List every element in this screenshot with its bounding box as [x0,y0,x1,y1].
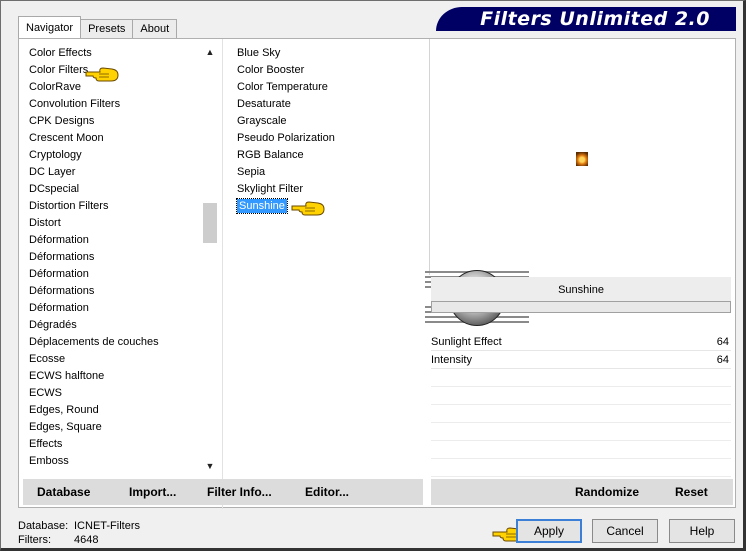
editor-button[interactable]: Editor... [305,479,349,505]
filter-item-label: Color Booster [237,64,305,76]
preview-area [429,39,735,275]
help-button[interactable]: Help [669,519,735,543]
filter-list[interactable]: Blue Sky Color Booster Color Temperature De… [236,45,437,215]
filter-item-label: Blue Sky [237,47,281,59]
filter-info-button[interactable]: Filter Info... [207,479,272,505]
right-button-bar: Randomize Reset [431,479,733,505]
category-item[interactable]: Edges, Square [29,419,209,436]
filters-count: 4648 [74,534,99,546]
category-item[interactable]: Déplacements de couches [29,334,209,351]
filter-item[interactable]: Color Temperature [237,79,437,96]
param-value: 64 [716,354,729,366]
scroll-down-icon[interactable]: ▼ [202,459,218,473]
filter-item-label: RGB Balance [237,149,304,161]
param-value: 64 [716,336,729,348]
filter-item-label: Sepia [237,166,266,178]
tab-presets[interactable]: Presets [80,19,134,38]
param-label: Sunlight Effect [431,336,502,348]
category-item[interactable]: Color Filters [29,62,209,79]
database-button[interactable]: Database [37,479,90,505]
filter-item[interactable]: Pseudo Polarization [237,130,437,147]
category-item[interactable]: Emboss [29,453,209,470]
tab-strip: Navigator Presets About [18,16,178,38]
category-item[interactable]: Déformations [29,283,209,300]
database-value: ICNET-Filters [74,520,140,532]
category-item[interactable]: Color Effects [29,45,209,62]
category-item[interactable]: Crescent Moon [29,130,209,147]
category-item[interactable]: Dégradés [29,317,209,334]
current-filter-name: Sunshine [431,277,731,303]
reset-button[interactable]: Reset [675,479,708,505]
filter-item[interactable]: Sepia [237,164,437,181]
parameter-slider[interactable] [431,301,731,313]
category-item[interactable]: CPK Designs [29,113,209,130]
category-item[interactable]: DC Layer [29,164,209,181]
param-label: Intensity [431,354,472,366]
filter-item[interactable]: Color Booster [237,62,437,79]
category-item[interactable]: DCspecial [29,181,209,198]
parameter-list: Sunlight Effect 64 Intensity 64 [431,333,731,477]
category-item[interactable]: Déformations [29,249,209,266]
filter-item-label: Grayscale [237,115,287,127]
category-item[interactable]: Ecosse [29,351,209,368]
param-row-sunlight-effect[interactable]: Sunlight Effect 64 [431,333,731,351]
filters-label: Filters: [18,534,51,546]
category-item[interactable]: Distortion Filters [29,198,209,215]
category-item[interactable]: ECWS [29,385,209,402]
apply-button[interactable]: Apply [516,519,582,543]
category-item[interactable]: Effects [29,436,209,453]
category-list[interactable]: Color Effects Color Filters ColorRave Convo… [29,45,209,473]
param-row-intensity[interactable]: Intensity 64 [431,351,731,369]
category-item[interactable]: Distort [29,215,209,232]
filter-item[interactable]: Sunshine [236,198,437,215]
category-item[interactable]: Edges, Round [29,402,209,419]
cancel-button[interactable]: Cancel [592,519,658,543]
scroll-up-icon[interactable]: ▲ [202,45,218,59]
tab-about[interactable]: About [132,19,178,38]
filter-item[interactable]: Skylight Filter [237,181,437,198]
status-info: Database: ICNET-Filters Filters: 4648 [18,519,140,547]
navigator-panel: Color Effects Color Filters ColorRave Convo… [18,38,736,509]
database-label: Database: [18,520,69,532]
filter-item-label: Desaturate [237,98,291,110]
tab-navigator[interactable]: Navigator [18,16,82,38]
list-divider [222,39,223,509]
randomize-button[interactable]: Randomize [575,479,639,505]
category-scrollbar[interactable]: ▲ ▼ [202,45,218,473]
pointing-hand-icon [291,199,325,217]
filter-item[interactable]: Desaturate [237,96,437,113]
category-item[interactable]: ECWS halftone [29,368,209,385]
preview-image [576,152,588,166]
filter-item-label: Sunshine [236,198,288,214]
category-item[interactable]: Déformation [29,232,209,249]
scroll-thumb[interactable] [203,203,217,243]
filter-item[interactable]: Blue Sky [237,45,437,62]
category-item[interactable]: Déformation [29,266,209,283]
filter-item-label: Color Temperature [237,81,328,93]
filter-item-label: Skylight Filter [237,183,304,195]
pointing-hand-icon [85,65,119,83]
category-item[interactable]: Cryptology [29,147,209,164]
filter-item[interactable]: Grayscale [237,113,437,130]
app-title: Filters Unlimited 2.0 [436,7,736,31]
filter-item[interactable]: RGB Balance [237,147,437,164]
category-item[interactable]: Convolution Filters [29,96,209,113]
category-item[interactable]: Déformation [29,300,209,317]
filter-item-label: Pseudo Polarization [237,132,335,144]
category-item[interactable]: ColorRave [29,79,209,96]
left-button-bar: Database Import... Filter Info... Editor… [23,479,423,505]
import-button[interactable]: Import... [129,479,176,505]
